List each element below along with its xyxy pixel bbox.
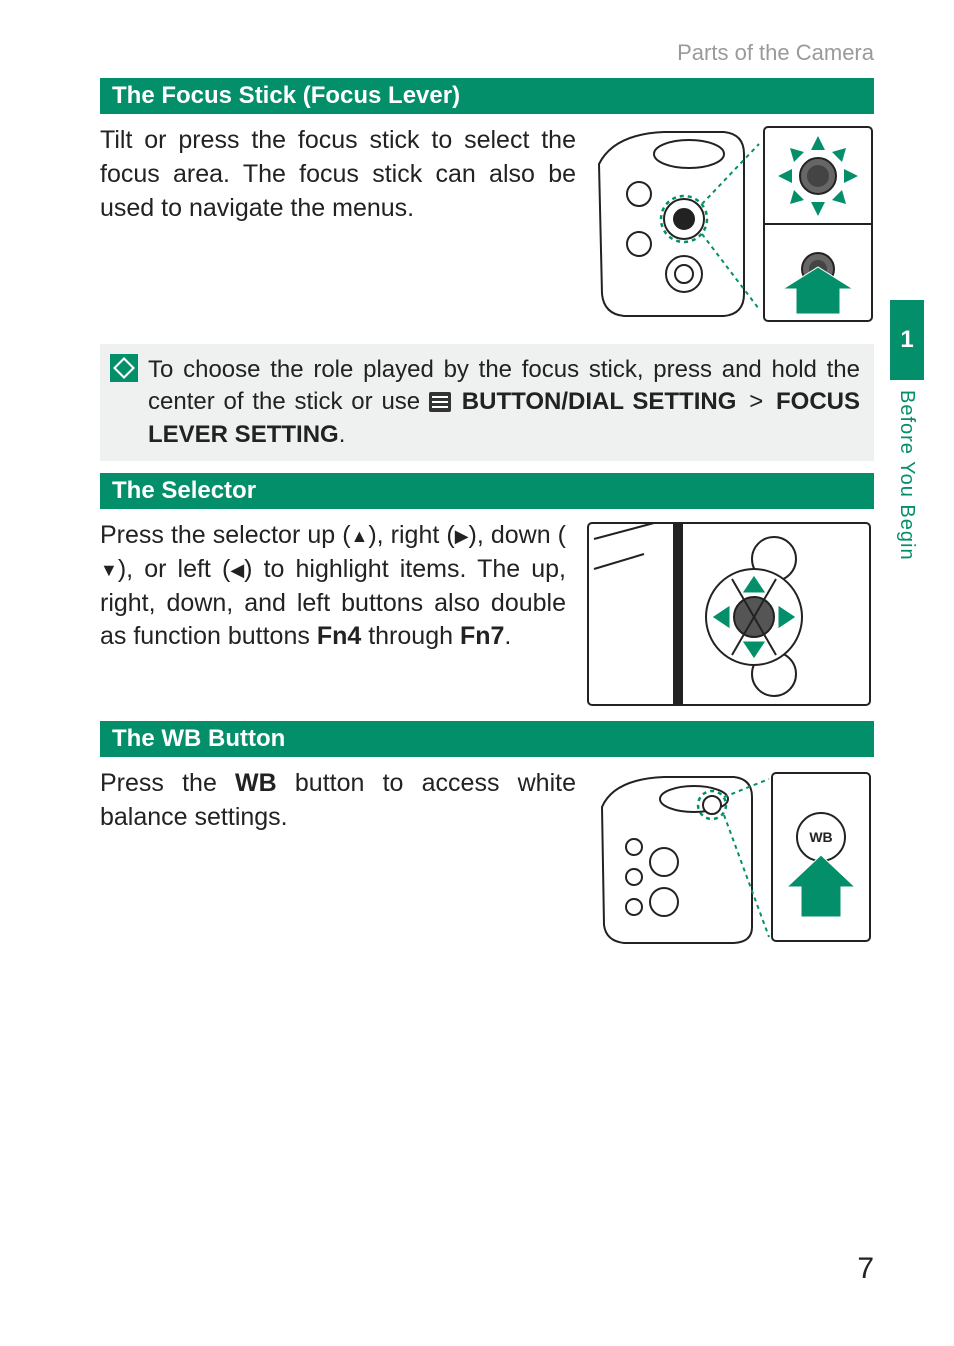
svg-text:WB: WB	[809, 829, 832, 845]
manual-page: Parts of the Camera The Focus Stick (Foc…	[0, 0, 954, 1346]
triangle-down-icon: ▼	[100, 558, 118, 582]
chapter-tab: 1	[890, 300, 924, 380]
chapter-side-text: Before You Begin	[895, 390, 918, 561]
sel-mid2: ), down (	[469, 521, 566, 549]
wb-illustration: WB	[594, 767, 874, 947]
focus-stick-note: To choose the role played by the focus s…	[100, 344, 874, 461]
note-post: .	[339, 421, 346, 448]
page-number: 7	[857, 1252, 874, 1286]
note-text: To choose the role played by the focus s…	[148, 354, 860, 451]
sel-mid5: through	[361, 622, 460, 650]
heading-selector: The Selector	[100, 473, 874, 509]
note-menu1: BUTTON/DIAL SETTING	[462, 388, 737, 415]
sel-fn4: Fn4	[317, 622, 361, 650]
note-gt: >	[745, 388, 767, 415]
wb-bold: WB	[235, 769, 277, 797]
breadcrumb: Parts of the Camera	[100, 40, 874, 66]
focus-stick-text: Tilt or press the focus stick to select …	[100, 124, 576, 324]
wrench-menu-icon	[429, 392, 451, 412]
triangle-up-icon: ▲	[351, 524, 369, 548]
focus-stick-illustration	[594, 124, 874, 324]
note-icon	[110, 354, 138, 451]
sel-mid3: ), or left (	[118, 555, 230, 583]
triangle-right-icon: ▶	[455, 524, 469, 548]
wb-pre: Press the	[100, 769, 235, 797]
focus-stick-block: Tilt or press the focus stick to select …	[100, 124, 874, 324]
wb-text: Press the WB button to access white bala…	[100, 767, 576, 947]
selector-block: Press the selector up (▲), right (▶), do…	[100, 519, 874, 709]
selector-illustration	[584, 519, 874, 709]
selector-text: Press the selector up (▲), right (▶), do…	[100, 519, 566, 709]
heading-wb: The WB Button	[100, 721, 874, 757]
sel-post: .	[504, 622, 511, 650]
triangle-left-icon: ◀	[230, 558, 244, 582]
heading-focus-stick: The Focus Stick (Focus Lever)	[100, 78, 874, 114]
sel-fn7: Fn7	[460, 622, 504, 650]
sel-pre: Press the selector up (	[100, 521, 351, 549]
wb-block: Press the WB button to access white bala…	[100, 767, 874, 947]
sel-mid1: ), right (	[368, 521, 454, 549]
